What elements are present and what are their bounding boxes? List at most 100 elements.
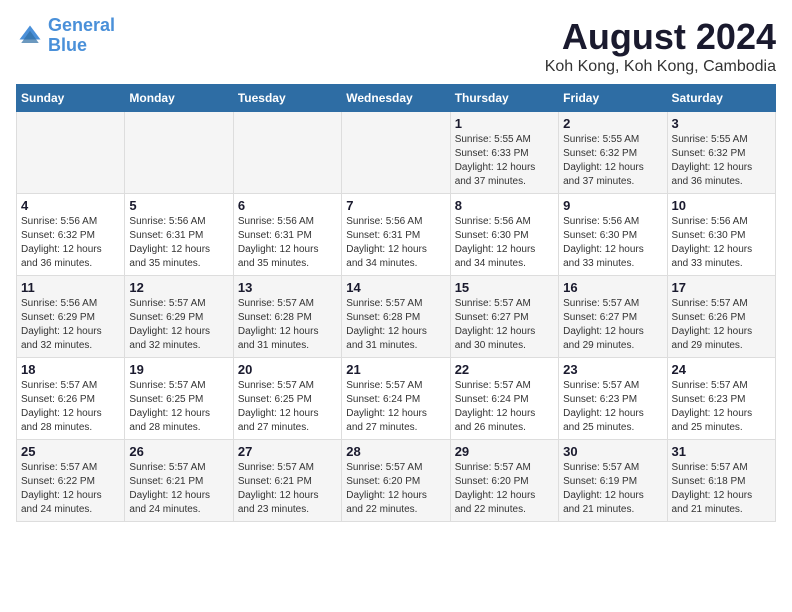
- day-number: 3: [672, 116, 771, 131]
- calendar-cell: [233, 112, 341, 194]
- day-info: Sunrise: 5:57 AM Sunset: 6:24 PM Dayligh…: [455, 379, 554, 435]
- day-number: 10: [672, 198, 771, 213]
- day-number: 22: [455, 362, 554, 377]
- calendar-cell: 15 Sunrise: 5:57 AM Sunset: 6:27 PM Dayli…: [450, 276, 558, 358]
- weekday-header-thursday: Thursday: [450, 85, 558, 112]
- day-number: 4: [21, 198, 120, 213]
- calendar-cell: 6 Sunrise: 5:56 AM Sunset: 6:31 PM Daylig…: [233, 194, 341, 276]
- day-number: 14: [346, 280, 445, 295]
- day-number: 20: [238, 362, 337, 377]
- title-area: August 2024 Koh Kong, Koh Kong, Cambodia: [545, 16, 776, 76]
- calendar-cell: 4 Sunrise: 5:56 AM Sunset: 6:32 PM Daylig…: [17, 194, 125, 276]
- day-info: Sunrise: 5:57 AM Sunset: 6:21 PM Dayligh…: [238, 461, 337, 517]
- day-info: Sunrise: 5:57 AM Sunset: 6:26 PM Dayligh…: [672, 297, 771, 353]
- day-info: Sunrise: 5:57 AM Sunset: 6:18 PM Dayligh…: [672, 461, 771, 517]
- calendar-cell: 24 Sunrise: 5:57 AM Sunset: 6:23 PM Dayli…: [667, 358, 775, 440]
- day-number: 23: [563, 362, 662, 377]
- calendar-cell: 13 Sunrise: 5:57 AM Sunset: 6:28 PM Dayli…: [233, 276, 341, 358]
- day-number: 7: [346, 198, 445, 213]
- calendar-week-3: 11Sunrise: 5:56 AM Sunset: 6:29 PM Dayli…: [17, 276, 776, 358]
- calendar-cell: 30Sunrise: 5:57 AM Sunset: 6:19 PM Dayli…: [559, 440, 667, 522]
- day-info: Sunrise: 5:57 AM Sunset: 6:26 PM Dayligh…: [21, 379, 120, 435]
- day-info: Sunrise: 5:56 AM Sunset: 6:31 PM Dayligh…: [129, 215, 228, 271]
- logo: General Blue: [16, 16, 115, 56]
- logo-icon: [16, 22, 44, 50]
- calendar-cell: 2Sunrise: 5:55 AM Sunset: 6:32 PM Daylig…: [559, 112, 667, 194]
- day-number: 28: [346, 444, 445, 459]
- day-info: Sunrise: 5:57 AM Sunset: 6:24 PM Dayligh…: [346, 379, 445, 435]
- calendar-week-5: 25Sunrise: 5:57 AM Sunset: 6:22 PM Dayli…: [17, 440, 776, 522]
- day-number: 5: [129, 198, 228, 213]
- day-info: Sunrise: 5:56 AM Sunset: 6:31 PM Dayligh…: [346, 215, 445, 271]
- day-info: Sunrise: 5:57 AM Sunset: 6:27 PM Dayligh…: [455, 297, 554, 353]
- page-title: August 2024: [545, 16, 776, 58]
- calendar-cell: 14 Sunrise: 5:57 AM Sunset: 6:28 PM Dayli…: [342, 276, 450, 358]
- calendar-cell: 3 Sunrise: 5:55 AM Sunset: 6:32 PM Daylig…: [667, 112, 775, 194]
- day-info: Sunrise: 5:56 AM Sunset: 6:31 PM Dayligh…: [238, 215, 337, 271]
- day-info: Sunrise: 5:57 AM Sunset: 6:23 PM Dayligh…: [563, 379, 662, 435]
- calendar-cell: 5 Sunrise: 5:56 AM Sunset: 6:31 PM Daylig…: [125, 194, 233, 276]
- day-info: Sunrise: 5:56 AM Sunset: 6:29 PM Dayligh…: [21, 297, 120, 353]
- calendar-cell: [125, 112, 233, 194]
- calendar-week-4: 18 Sunrise: 5:57 AM Sunset: 6:26 PM Dayli…: [17, 358, 776, 440]
- calendar-cell: 21Sunrise: 5:57 AM Sunset: 6:24 PM Dayli…: [342, 358, 450, 440]
- day-info: Sunrise: 5:57 AM Sunset: 6:29 PM Dayligh…: [129, 297, 228, 353]
- header: General Blue August 2024 Koh Kong, Koh K…: [16, 16, 776, 76]
- day-info: Sunrise: 5:56 AM Sunset: 6:30 PM Dayligh…: [455, 215, 554, 271]
- day-number: 15: [455, 280, 554, 295]
- calendar-cell: 20 Sunrise: 5:57 AM Sunset: 6:25 PM Dayli…: [233, 358, 341, 440]
- logo-line2: Blue: [48, 35, 87, 55]
- day-info: Sunrise: 5:57 AM Sunset: 6:25 PM Dayligh…: [238, 379, 337, 435]
- weekday-header-friday: Friday: [559, 85, 667, 112]
- day-info: Sunrise: 5:56 AM Sunset: 6:32 PM Dayligh…: [21, 215, 120, 271]
- weekday-header-wednesday: Wednesday: [342, 85, 450, 112]
- day-number: 27: [238, 444, 337, 459]
- calendar-cell: [17, 112, 125, 194]
- calendar-week-2: 4 Sunrise: 5:56 AM Sunset: 6:32 PM Daylig…: [17, 194, 776, 276]
- calendar-cell: 7 Sunrise: 5:56 AM Sunset: 6:31 PM Daylig…: [342, 194, 450, 276]
- calendar-cell: 29Sunrise: 5:57 AM Sunset: 6:20 PM Dayli…: [450, 440, 558, 522]
- calendar-cell: 9Sunrise: 5:56 AM Sunset: 6:30 PM Daylig…: [559, 194, 667, 276]
- day-info: Sunrise: 5:57 AM Sunset: 6:28 PM Dayligh…: [346, 297, 445, 353]
- calendar-cell: 25Sunrise: 5:57 AM Sunset: 6:22 PM Dayli…: [17, 440, 125, 522]
- day-info: Sunrise: 5:57 AM Sunset: 6:20 PM Dayligh…: [346, 461, 445, 517]
- calendar-cell: 19 Sunrise: 5:57 AM Sunset: 6:25 PM Dayli…: [125, 358, 233, 440]
- calendar-cell: 23 Sunrise: 5:57 AM Sunset: 6:23 PM Dayli…: [559, 358, 667, 440]
- calendar-cell: 27 Sunrise: 5:57 AM Sunset: 6:21 PM Dayli…: [233, 440, 341, 522]
- day-info: Sunrise: 5:57 AM Sunset: 6:28 PM Dayligh…: [238, 297, 337, 353]
- calendar-table: SundayMondayTuesdayWednesdayThursdayFrid…: [16, 84, 776, 522]
- day-info: Sunrise: 5:55 AM Sunset: 6:33 PM Dayligh…: [455, 133, 554, 189]
- day-number: 6: [238, 198, 337, 213]
- day-number: 16: [563, 280, 662, 295]
- day-number: 24: [672, 362, 771, 377]
- calendar-cell: 10 Sunrise: 5:56 AM Sunset: 6:30 PM Dayli…: [667, 194, 775, 276]
- weekday-header-tuesday: Tuesday: [233, 85, 341, 112]
- day-info: Sunrise: 5:57 AM Sunset: 6:27 PM Dayligh…: [563, 297, 662, 353]
- day-info: Sunrise: 5:56 AM Sunset: 6:30 PM Dayligh…: [672, 215, 771, 271]
- day-number: 2: [563, 116, 662, 131]
- calendar-cell: 11Sunrise: 5:56 AM Sunset: 6:29 PM Dayli…: [17, 276, 125, 358]
- day-info: Sunrise: 5:57 AM Sunset: 6:25 PM Dayligh…: [129, 379, 228, 435]
- calendar-cell: 17Sunrise: 5:57 AM Sunset: 6:26 PM Dayli…: [667, 276, 775, 358]
- day-number: 19: [129, 362, 228, 377]
- day-info: Sunrise: 5:57 AM Sunset: 6:23 PM Dayligh…: [672, 379, 771, 435]
- day-info: Sunrise: 5:55 AM Sunset: 6:32 PM Dayligh…: [672, 133, 771, 189]
- day-number: 18: [21, 362, 120, 377]
- day-number: 26: [129, 444, 228, 459]
- calendar-cell: 1Sunrise: 5:55 AM Sunset: 6:33 PM Daylig…: [450, 112, 558, 194]
- calendar-cell: 12Sunrise: 5:57 AM Sunset: 6:29 PM Dayli…: [125, 276, 233, 358]
- logo-text: General Blue: [48, 16, 115, 56]
- day-number: 13: [238, 280, 337, 295]
- calendar-cell: 18 Sunrise: 5:57 AM Sunset: 6:26 PM Dayli…: [17, 358, 125, 440]
- weekday-header-monday: Monday: [125, 85, 233, 112]
- weekday-header-row: SundayMondayTuesdayWednesdayThursdayFrid…: [17, 85, 776, 112]
- calendar-cell: 26Sunrise: 5:57 AM Sunset: 6:21 PM Dayli…: [125, 440, 233, 522]
- logo-line1: General: [48, 15, 115, 35]
- calendar-cell: 31Sunrise: 5:57 AM Sunset: 6:18 PM Dayli…: [667, 440, 775, 522]
- page-subtitle: Koh Kong, Koh Kong, Cambodia: [545, 58, 776, 76]
- calendar-cell: [342, 112, 450, 194]
- calendar-cell: 16 Sunrise: 5:57 AM Sunset: 6:27 PM Dayli…: [559, 276, 667, 358]
- day-info: Sunrise: 5:57 AM Sunset: 6:22 PM Dayligh…: [21, 461, 120, 517]
- day-number: 8: [455, 198, 554, 213]
- calendar-cell: 28 Sunrise: 5:57 AM Sunset: 6:20 PM Dayli…: [342, 440, 450, 522]
